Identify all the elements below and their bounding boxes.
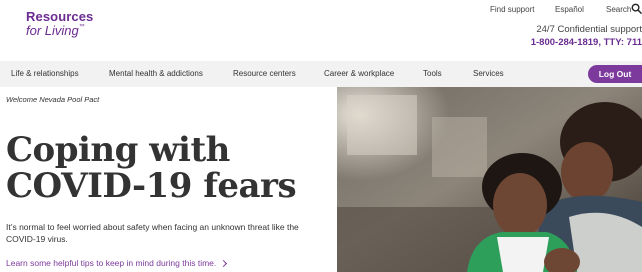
support-hours: 24/7 Confidential support xyxy=(536,24,642,35)
learn-more-link[interactable]: Learn some helpful tips to keep in mind … xyxy=(6,258,228,268)
logo-line2: for Living™ xyxy=(26,24,93,38)
nav-career-workplace[interactable]: Career & workplace xyxy=(324,69,394,78)
header: Resources for Living™ Find support Españ… xyxy=(0,0,642,60)
logo-line1: Resources xyxy=(26,9,94,24)
hero-image xyxy=(337,87,642,272)
learn-more-label: Learn some helpful tips to keep in mind … xyxy=(6,258,217,268)
nav-life-relationships[interactable]: Life & relationships xyxy=(11,69,79,78)
logout-button[interactable]: Log Out xyxy=(588,65,642,83)
headline-line2: COVID-19 fears xyxy=(6,166,297,206)
logo[interactable]: Resources for Living™ xyxy=(26,9,94,39)
logo-trademark: ™ xyxy=(78,24,85,31)
welcome-message: Welcome Nevada Pool Pact xyxy=(6,95,100,104)
nav-tools[interactable]: Tools xyxy=(423,69,442,78)
support-info: 24/7 Confidential support 1-800-284-1819… xyxy=(531,23,642,49)
main-nav: Life & relationships Mental health & add… xyxy=(0,61,642,87)
nav-services[interactable]: Services xyxy=(473,69,504,78)
nav-resource-centers[interactable]: Resource centers xyxy=(233,69,296,78)
support-phone[interactable]: 1-800-284-1819, TTY: 711 xyxy=(531,36,642,49)
logo-line2-text: for Living xyxy=(26,23,79,39)
headline-line1: Coping with xyxy=(6,130,230,170)
chevron-right-icon xyxy=(220,260,228,268)
intro-text: It’s normal to feel worried about safety… xyxy=(6,222,299,244)
espanol-link[interactable]: Español xyxy=(555,5,584,14)
nav-mental-health-addictions[interactable]: Mental health & addictions xyxy=(109,69,203,78)
page-headline: Coping with COVID-19 fears xyxy=(6,132,336,204)
search-link[interactable]: Search xyxy=(606,5,631,14)
find-support-link[interactable]: Find support xyxy=(490,5,534,14)
search-icon[interactable] xyxy=(631,3,642,14)
